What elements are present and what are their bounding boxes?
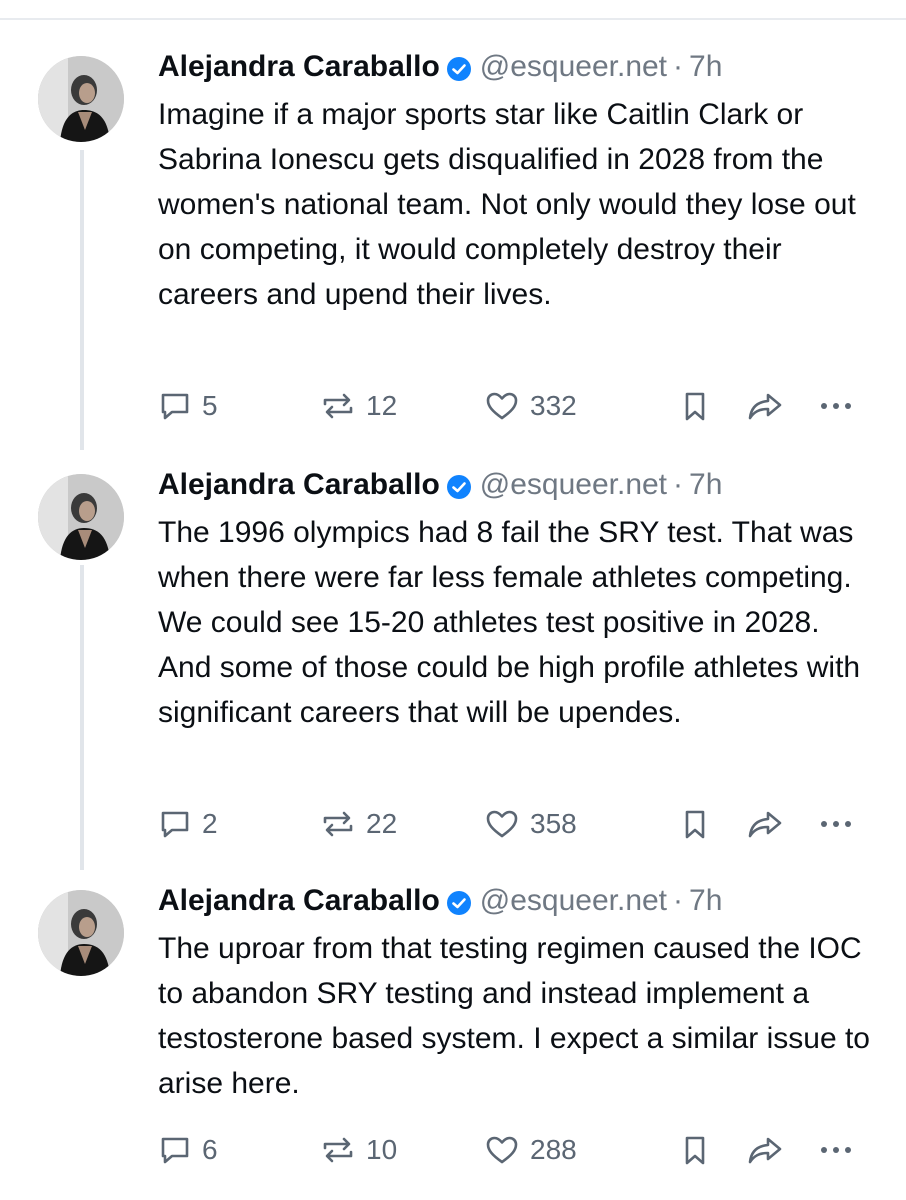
post-timestamp[interactable]: 7h xyxy=(689,48,722,86)
thread-line xyxy=(80,150,84,450)
speech-bubble-icon xyxy=(161,1137,189,1164)
repost-count: 12 xyxy=(366,390,398,421)
more-dots-icon xyxy=(821,1147,851,1153)
bookmark-icon xyxy=(685,810,705,839)
share-button[interactable] xyxy=(746,804,784,844)
like-count: 332 xyxy=(530,390,577,421)
heart-icon xyxy=(486,392,518,420)
repost-arrows-icon xyxy=(323,1137,353,1163)
author-name[interactable]: Alejandra Caraballo xyxy=(158,882,440,920)
post-text: The uproar from that testing regimen cau… xyxy=(158,932,870,1100)
share-button[interactable] xyxy=(746,386,784,426)
reply-count: 5 xyxy=(202,390,218,421)
separator-dot: · xyxy=(673,468,684,501)
like-button[interactable]: 332 xyxy=(484,386,577,426)
action-bar: 6 10 288 xyxy=(158,1130,858,1170)
post-header: Alejandra Caraballo @esqueer.net · 7h xyxy=(158,48,876,86)
speech-bubble-icon xyxy=(161,393,189,420)
reply-button[interactable]: 5 xyxy=(158,386,218,426)
post-header: Alejandra Caraballo @esqueer.net · 7h xyxy=(158,466,876,504)
share-arrow-icon xyxy=(748,393,782,420)
like-button[interactable]: 358 xyxy=(484,804,577,844)
reply-button[interactable]: 6 xyxy=(158,1130,218,1170)
more-options-button[interactable] xyxy=(818,804,854,844)
reply-count: 6 xyxy=(202,1134,218,1165)
action-bar: 2 22 358 xyxy=(158,804,858,844)
thread-line xyxy=(80,565,84,870)
more-options-button[interactable] xyxy=(818,1130,854,1170)
author-handle[interactable]: @esqueer.net xyxy=(480,48,667,86)
repost-count: 22 xyxy=(366,808,398,839)
repost-button[interactable]: 10 xyxy=(320,1130,397,1170)
separator-dot: · xyxy=(673,50,684,83)
post-text: Imagine if a major sports star like Cait… xyxy=(158,98,856,311)
heart-icon xyxy=(486,810,518,838)
more-dots-icon xyxy=(821,821,851,827)
verified-badge-icon xyxy=(446,54,472,81)
more-options-button[interactable] xyxy=(818,386,854,426)
action-bar: 5 12 332 xyxy=(158,386,858,426)
speech-bubble-icon xyxy=(161,811,189,838)
like-button[interactable]: 288 xyxy=(484,1130,577,1170)
repost-arrows-icon xyxy=(323,393,353,419)
share-arrow-icon xyxy=(748,811,782,838)
separator-dot: · xyxy=(673,884,684,917)
avatar[interactable] xyxy=(38,56,124,142)
reply-button[interactable]: 2 xyxy=(158,804,218,844)
share-arrow-icon xyxy=(748,1137,782,1164)
repost-button[interactable]: 12 xyxy=(320,386,397,426)
post-text: The 1996 olympics had 8 fail the SRY tes… xyxy=(158,516,861,729)
repost-button[interactable]: 22 xyxy=(320,804,397,844)
bookmark-button[interactable] xyxy=(680,386,710,426)
verified-badge-icon xyxy=(446,472,472,499)
verified-badge-icon xyxy=(446,888,472,915)
top-divider xyxy=(0,18,906,20)
bookmark-button[interactable] xyxy=(680,1130,710,1170)
reply-count: 2 xyxy=(202,808,218,839)
avatar[interactable] xyxy=(38,890,124,976)
like-count: 288 xyxy=(530,1134,577,1165)
more-dots-icon xyxy=(821,403,851,409)
share-button[interactable] xyxy=(746,1130,784,1170)
bookmark-icon xyxy=(685,1136,705,1165)
like-count: 358 xyxy=(530,808,577,839)
author-handle[interactable]: @esqueer.net xyxy=(480,466,667,504)
heart-icon xyxy=(486,1136,518,1164)
author-handle[interactable]: @esqueer.net xyxy=(480,882,667,920)
bookmark-icon xyxy=(685,392,705,421)
author-name[interactable]: Alejandra Caraballo xyxy=(158,466,440,504)
post-timestamp[interactable]: 7h xyxy=(689,882,722,920)
post-timestamp[interactable]: 7h xyxy=(689,466,722,504)
repost-arrows-icon xyxy=(323,811,353,837)
author-name[interactable]: Alejandra Caraballo xyxy=(158,48,440,86)
avatar[interactable] xyxy=(38,474,124,560)
bookmark-button[interactable] xyxy=(680,804,710,844)
post-header: Alejandra Caraballo @esqueer.net · 7h xyxy=(158,882,876,920)
repost-count: 10 xyxy=(366,1134,398,1165)
